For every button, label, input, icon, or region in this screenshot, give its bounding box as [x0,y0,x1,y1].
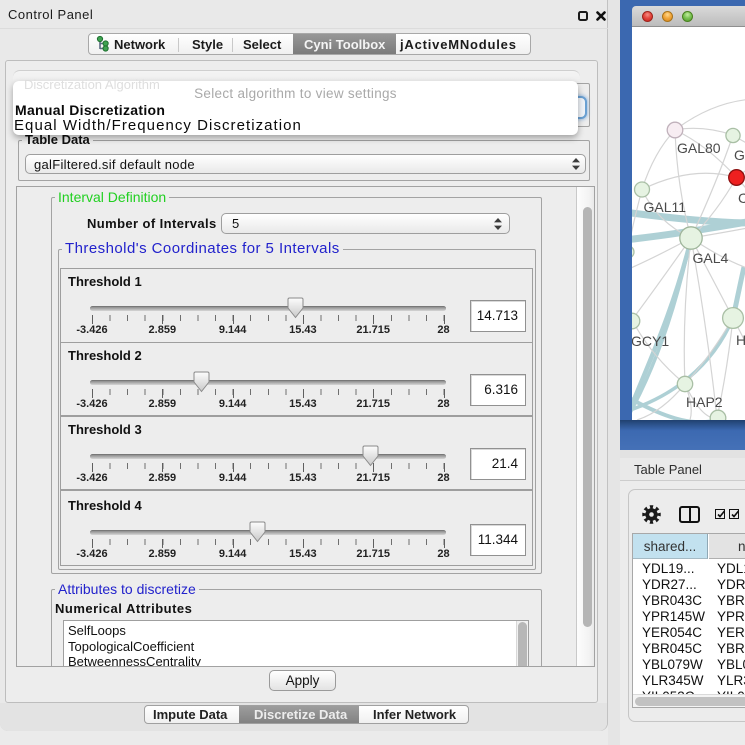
svg-text:HAP2: HAP2 [686,394,723,410]
svg-text:H: H [736,332,745,348]
svg-text:GCY1: GCY1 [632,333,669,349]
svg-text:C: C [738,190,745,206]
svg-text:GA: GA [734,147,745,163]
svg-text:GAL80: GAL80 [677,140,721,156]
svg-text:GAL11: GAL11 [644,199,687,215]
svg-text:GAL4: GAL4 [693,250,729,266]
